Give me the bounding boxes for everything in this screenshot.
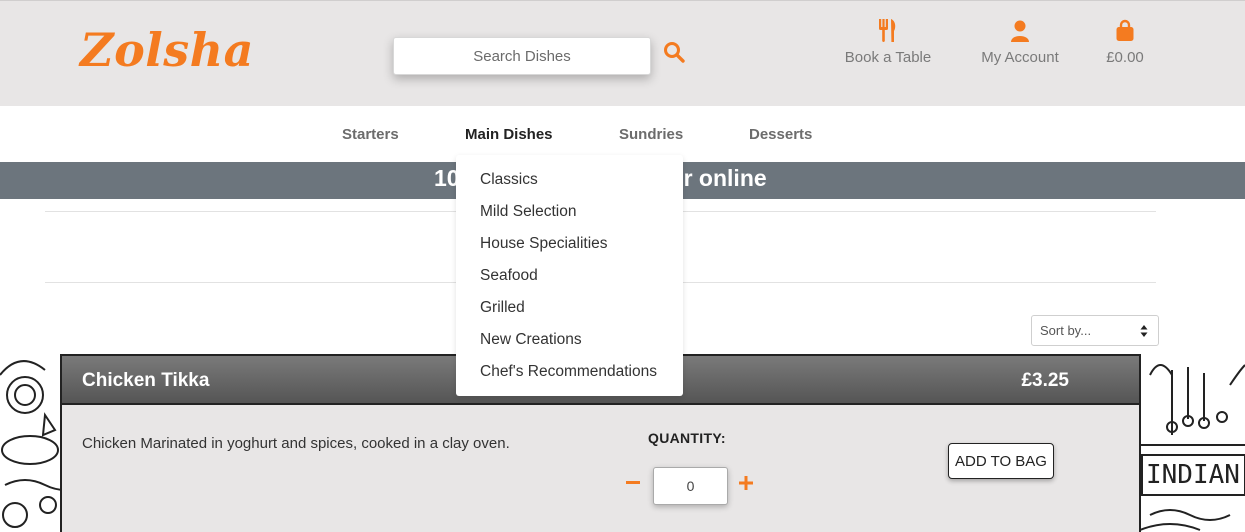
search-input[interactable] (393, 37, 651, 75)
minus-icon (626, 481, 640, 484)
sort-select[interactable]: Sort by... (1031, 315, 1159, 346)
main-dishes-dropdown: Classics Mild Selection House Specialiti… (456, 155, 683, 396)
dropdown-item-seafood[interactable]: Seafood (480, 267, 538, 285)
book-table-label: Book a Table (844, 49, 932, 66)
product-description: Chicken Marinated in yoghurt and spices,… (82, 435, 510, 452)
cutlery-icon (838, 19, 938, 43)
book-table-link[interactable]: Book a Table (838, 19, 938, 66)
decrement-button[interactable] (625, 471, 641, 495)
dropdown-item-classics[interactable]: Classics (480, 171, 538, 189)
shopping-bag-icon (1098, 19, 1152, 43)
dropdown-item-grilled[interactable]: Grilled (480, 299, 525, 317)
site-header: Zolsha Book a Table My Account £0.00 (0, 0, 1245, 106)
add-to-bag-button[interactable]: ADD TO BAG (948, 443, 1054, 479)
quantity-input[interactable] (653, 467, 728, 505)
dropdown-item-house-specialities[interactable]: House Specialities (480, 235, 608, 253)
shopping-bag-link[interactable]: £0.00 (1098, 19, 1152, 66)
product-name: Chicken Tikka (82, 370, 210, 391)
nav-starters[interactable]: Starters (342, 126, 399, 143)
dropdown-item-mild-selection[interactable]: Mild Selection (480, 203, 577, 221)
increment-button[interactable] (738, 475, 754, 491)
logo[interactable]: Zolsha (80, 23, 254, 77)
dropdown-item-new-creations[interactable]: New Creations (480, 331, 582, 349)
main-nav: Starters Main Dishes Sundries Desserts (0, 106, 1245, 162)
plus-icon (739, 476, 753, 490)
nav-main-dishes[interactable]: Main Dishes (465, 126, 553, 143)
my-account-link[interactable]: My Account (970, 19, 1070, 66)
quantity-label: QUANTITY: (648, 430, 726, 446)
sort-selected-value: Sort by... (1040, 323, 1092, 338)
nav-sundries[interactable]: Sundries (619, 126, 683, 143)
product-price: £3.25 (1021, 370, 1069, 391)
my-account-label: My Account (981, 49, 1059, 66)
doodle-text: INDIAN F (1146, 460, 1245, 490)
nav-desserts[interactable]: Desserts (749, 126, 812, 143)
bag-total: £0.00 (1106, 49, 1144, 66)
sort-caret-icon (1140, 325, 1148, 337)
user-icon (970, 19, 1070, 43)
dropdown-item-chefs-recommendations[interactable]: Chef's Recommendations (480, 363, 657, 381)
search-icon[interactable] (663, 41, 687, 65)
